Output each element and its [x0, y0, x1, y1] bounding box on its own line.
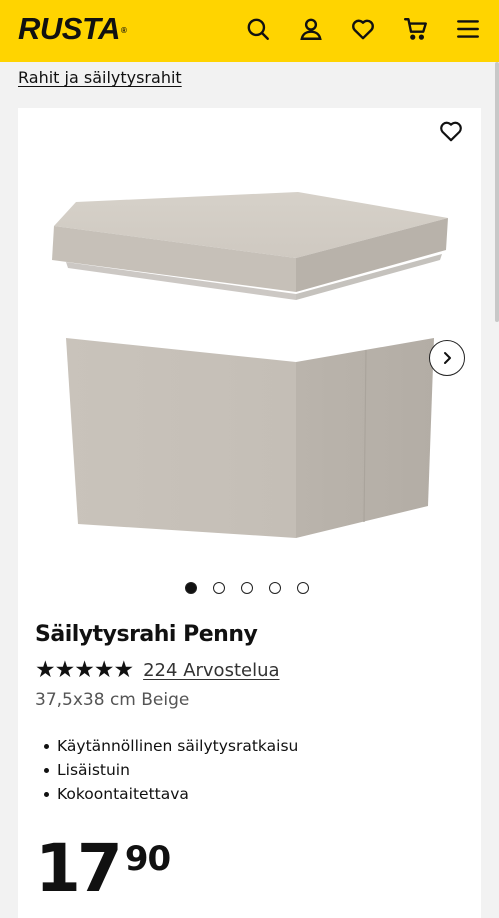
- wishlist-icon[interactable]: [348, 14, 378, 44]
- breadcrumb-link[interactable]: Rahit ja säilytysrahit: [18, 68, 182, 87]
- search-icon[interactable]: [243, 14, 273, 44]
- reviews-link[interactable]: 224 Arvostelua: [143, 660, 279, 681]
- rusta-logo[interactable]: RUSTA®: [18, 11, 127, 46]
- product-rating: ★★★★★ 224 Arvostelua: [35, 658, 280, 682]
- logo-registered-mark: ®: [120, 26, 127, 35]
- feature-text: Lisäistuin: [57, 761, 130, 779]
- price-cents: 90: [124, 839, 171, 879]
- price-whole: 17: [35, 830, 123, 907]
- product-image: [52, 192, 448, 538]
- logo-text: RUSTA: [18, 11, 120, 46]
- account-icon[interactable]: [296, 14, 326, 44]
- gallery-dot-3[interactable]: [241, 582, 253, 594]
- gallery-dot-4[interactable]: [269, 582, 281, 594]
- add-to-wishlist-heart-icon[interactable]: [438, 118, 464, 144]
- feature-text: Kokoontaitettava: [57, 785, 189, 803]
- feature-item: Käytännöllinen säilytysratkaisu: [35, 734, 298, 758]
- page-scrollbar[interactable]: [495, 62, 499, 322]
- feature-item: Lisäistuin: [35, 758, 298, 782]
- gallery-pagination: [185, 582, 309, 594]
- rating-stars: ★★★★★: [35, 657, 134, 683]
- site-header: RUSTA®: [0, 0, 499, 62]
- chevron-right-icon: [444, 352, 451, 364]
- product-title: Säilytysrahi Penny: [35, 622, 258, 647]
- feature-list: Käytännöllinen säilytysratkaisu Lisäistu…: [35, 734, 298, 806]
- gallery-next-button[interactable]: [429, 340, 465, 376]
- menu-icon[interactable]: [453, 14, 483, 44]
- gallery-dot-5[interactable]: [297, 582, 309, 594]
- gallery-dot-2[interactable]: [213, 582, 225, 594]
- feature-text: Käytännöllinen säilytysratkaisu: [57, 737, 299, 755]
- feature-item: Kokoontaitettava: [35, 782, 298, 806]
- product-card: Säilytysrahi Penny ★★★★★ 224 Arvostelua …: [18, 108, 481, 918]
- gallery-dot-1[interactable]: [185, 582, 197, 594]
- product-variant: 37,5x38 cm Beige: [35, 690, 190, 710]
- cart-icon[interactable]: [401, 14, 431, 44]
- product-price: 17 90: [35, 830, 171, 907]
